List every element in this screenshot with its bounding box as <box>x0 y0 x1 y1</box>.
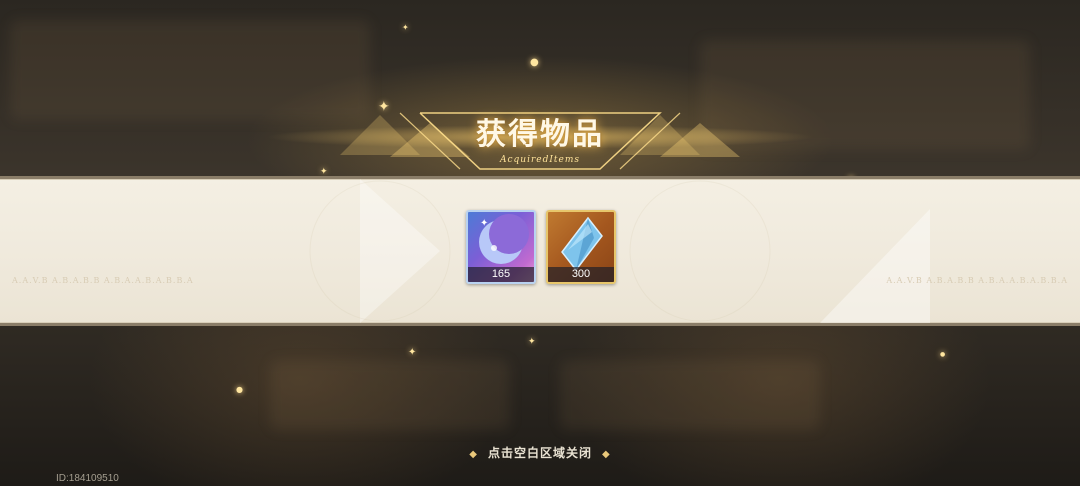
panel-decoration-text: A.A.V.B A.B.A.B.B A.B.A.A.B.A.B.B.A <box>12 276 194 285</box>
item-count: 165 <box>468 267 534 282</box>
sparkle-icon: ● <box>530 57 539 68</box>
background-blur-block <box>560 360 820 430</box>
sparkle-icon: ✦ <box>528 337 536 347</box>
reward-item[interactable]: 300 <box>546 210 616 284</box>
page-title: 获得物品 <box>476 117 604 152</box>
reward-item[interactable]: ✦ 165 <box>466 210 536 284</box>
panel-decoration-text: A.A.V.B A.B.A.B.B A.B.A.A.B.A.B.B.A <box>886 276 1068 285</box>
page-subtitle: AcquiredItems <box>499 155 581 165</box>
item-count: 300 <box>548 267 614 282</box>
close-hint-label: 点击空白区域关闭 <box>487 446 592 460</box>
sparkle-icon: ● <box>236 385 243 394</box>
reward-overlay[interactable]: ✦ ● ✦ ✦ ● ✦ ✦ ● ● 获得物品 AcquiredItems A.A… <box>0 0 1080 486</box>
sparkle-icon: ● <box>940 351 946 358</box>
svg-text:✦: ✦ <box>480 218 488 229</box>
close-hint[interactable]: ◆ 点击空白区域关闭 ◆ <box>0 444 1080 461</box>
sparkle-icon: ✦ <box>408 347 417 358</box>
user-id-label: ID:184109510 <box>56 473 119 484</box>
title-banner: 获得物品 AcquiredItems <box>300 95 780 185</box>
reward-item-list: ✦ 165 300 <box>466 210 616 284</box>
background-blur-block <box>270 360 510 430</box>
diamond-icon: ◆ <box>602 449 611 460</box>
sparkle-icon: ✦ <box>402 23 409 32</box>
diamond-icon: ◆ <box>469 449 478 460</box>
